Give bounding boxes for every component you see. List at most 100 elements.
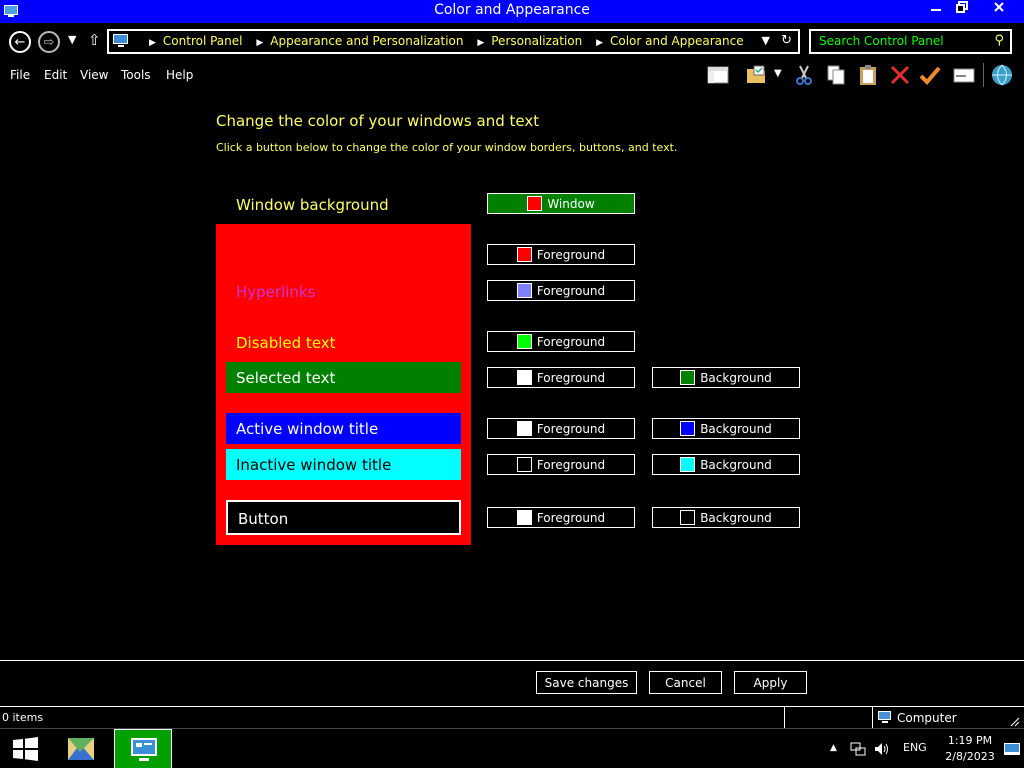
forward-arrow-icon: ⇨ — [43, 34, 55, 50]
minimize-button[interactable] — [922, 0, 950, 20]
taskbar-app-explorer[interactable] — [56, 729, 106, 768]
active-window-title-preview: Active window title — [226, 413, 461, 444]
disabled-text-foreground-button[interactable]: Foreground — [487, 331, 635, 352]
folder-options-icon[interactable] — [744, 63, 768, 87]
resize-grip-icon[interactable] — [1008, 715, 1020, 727]
title-bar: Color and Appearance — [0, 0, 1024, 23]
window-title: Color and Appearance — [434, 2, 590, 18]
status-divider — [872, 707, 873, 729]
color-swatch — [516, 334, 532, 349]
menu-file[interactable]: File — [10, 68, 30, 82]
up-arrow-icon[interactable]: ⇧ — [88, 31, 101, 49]
button-preview: Button — [226, 500, 461, 535]
delete-icon[interactable] — [888, 63, 912, 87]
color-swatch — [516, 421, 532, 436]
windows-logo-icon — [13, 737, 38, 761]
item-count: 0 items — [2, 711, 44, 724]
language-indicator[interactable]: ENG — [903, 741, 927, 754]
color-swatch — [680, 421, 696, 436]
status-bar: 0 items Computer — [0, 706, 1024, 729]
breadcrumb-personalization[interactable]: Personalization — [491, 34, 582, 48]
search-icon[interactable]: ⚲ — [994, 33, 1004, 48]
show-hidden-icons[interactable]: ▲ — [830, 743, 837, 753]
menu-bar: File Edit View Tools Help ▼ — [0, 59, 1024, 91]
color-swatch — [516, 510, 532, 525]
window-color-button[interactable]: Window — [487, 193, 635, 214]
address-dropdown[interactable]: ▼ — [762, 34, 770, 47]
status-divider — [784, 707, 785, 729]
footer-divider — [0, 660, 1024, 661]
inactive-title-foreground-button[interactable]: Foreground — [487, 454, 635, 475]
file-explorer-icon — [68, 738, 94, 760]
color-swatch — [516, 283, 532, 298]
menu-help[interactable]: Help — [166, 68, 193, 82]
breadcrumb-color-appearance[interactable]: Color and Appearance — [610, 34, 744, 48]
close-button[interactable] — [976, 0, 1022, 20]
forward-button[interactable]: ⇨ — [38, 31, 60, 53]
paste-icon[interactable] — [856, 63, 880, 87]
toolbar-separator — [983, 63, 984, 87]
start-button[interactable] — [0, 729, 50, 768]
computer-icon — [878, 711, 891, 723]
back-arrow-icon: ← — [14, 34, 26, 50]
copy-icon[interactable] — [824, 63, 848, 87]
clock-date: 2/8/2023 — [945, 750, 995, 763]
breadcrumb-appearance[interactable]: Appearance and Personalization — [270, 34, 463, 48]
color-swatch — [516, 457, 532, 472]
restore-icon — [956, 1, 968, 13]
selected-text-background-button[interactable]: Background — [652, 367, 800, 388]
color-swatch — [680, 370, 696, 385]
refresh-icon[interactable]: ↻ — [781, 33, 792, 48]
location-label: Computer — [897, 711, 957, 725]
address-bar[interactable]: ▶ Control Panel ▶ Appearance and Personali… — [107, 29, 800, 54]
page-subtitle: Click a button below to change the color… — [216, 141, 678, 154]
color-swatch — [527, 196, 543, 211]
restore-button[interactable] — [948, 0, 976, 20]
volume-icon[interactable] — [874, 741, 890, 757]
color-swatch — [516, 370, 532, 385]
window-background-label: Window background — [236, 196, 389, 214]
taskbar: ▲ ENG 1:19 PM 2/8/2023 — [0, 728, 1024, 768]
menu-tools[interactable]: Tools — [121, 68, 151, 82]
email-icon[interactable] — [952, 63, 976, 87]
color-swatch — [680, 457, 696, 472]
close-icon — [994, 2, 1004, 12]
active-title-foreground-button[interactable]: Foreground — [487, 418, 635, 439]
window-text-foreground-button[interactable]: Foreground — [487, 244, 635, 265]
breadcrumb: ▶ Control Panel ▶ Appearance and Personali… — [149, 34, 744, 48]
back-button[interactable]: ← — [9, 31, 31, 53]
color-swatch — [516, 247, 532, 262]
menu-edit[interactable]: Edit — [44, 68, 67, 82]
clock-time: 1:19 PM — [947, 734, 993, 747]
button-background-button[interactable]: Background — [652, 507, 800, 528]
page-title: Change the color of your windows and tex… — [216, 112, 540, 130]
globe-icon[interactable] — [990, 63, 1014, 87]
control-panel-icon — [113, 34, 128, 47]
network-icon[interactable] — [850, 741, 866, 757]
breadcrumb-control-panel[interactable]: Control Panel — [163, 34, 243, 48]
active-title-background-button[interactable]: Background — [652, 418, 800, 439]
search-box[interactable]: Search Control Panel ⚲ — [809, 29, 1012, 54]
taskbar-app-control-panel[interactable] — [114, 729, 172, 768]
recent-locations-dropdown[interactable]: ▼ — [68, 33, 76, 46]
minimize-icon — [931, 9, 941, 11]
hyperlinks-preview: Hyperlinks — [236, 283, 316, 301]
save-changes-button[interactable]: Save changes — [536, 671, 637, 694]
selected-text-foreground-button[interactable]: Foreground — [487, 367, 635, 388]
hyperlinks-foreground-button[interactable]: Foreground — [487, 280, 635, 301]
show-desktop-icon[interactable] — [1004, 743, 1020, 755]
selected-text-preview: Selected text — [226, 362, 461, 393]
menu-view[interactable]: View — [80, 68, 108, 82]
cut-icon[interactable] — [792, 63, 816, 87]
layout-icon[interactable] — [706, 63, 730, 87]
properties-checkmark-icon[interactable] — [918, 63, 942, 87]
search-input[interactable]: Search Control Panel — [819, 34, 944, 48]
clock[interactable]: 1:19 PM 2/8/2023 — [940, 733, 1000, 765]
apply-button[interactable]: Apply — [734, 671, 807, 694]
control-panel-icon — [131, 738, 157, 761]
cancel-button[interactable]: Cancel — [649, 671, 722, 694]
navigation-bar: ← ⇨ ▼ ⇧ ▶ Control Panel ▶ Appearance and P… — [0, 23, 1024, 59]
inactive-title-background-button[interactable]: Background — [652, 454, 800, 475]
color-swatch — [680, 510, 696, 525]
button-foreground-button[interactable]: Foreground — [487, 507, 635, 528]
